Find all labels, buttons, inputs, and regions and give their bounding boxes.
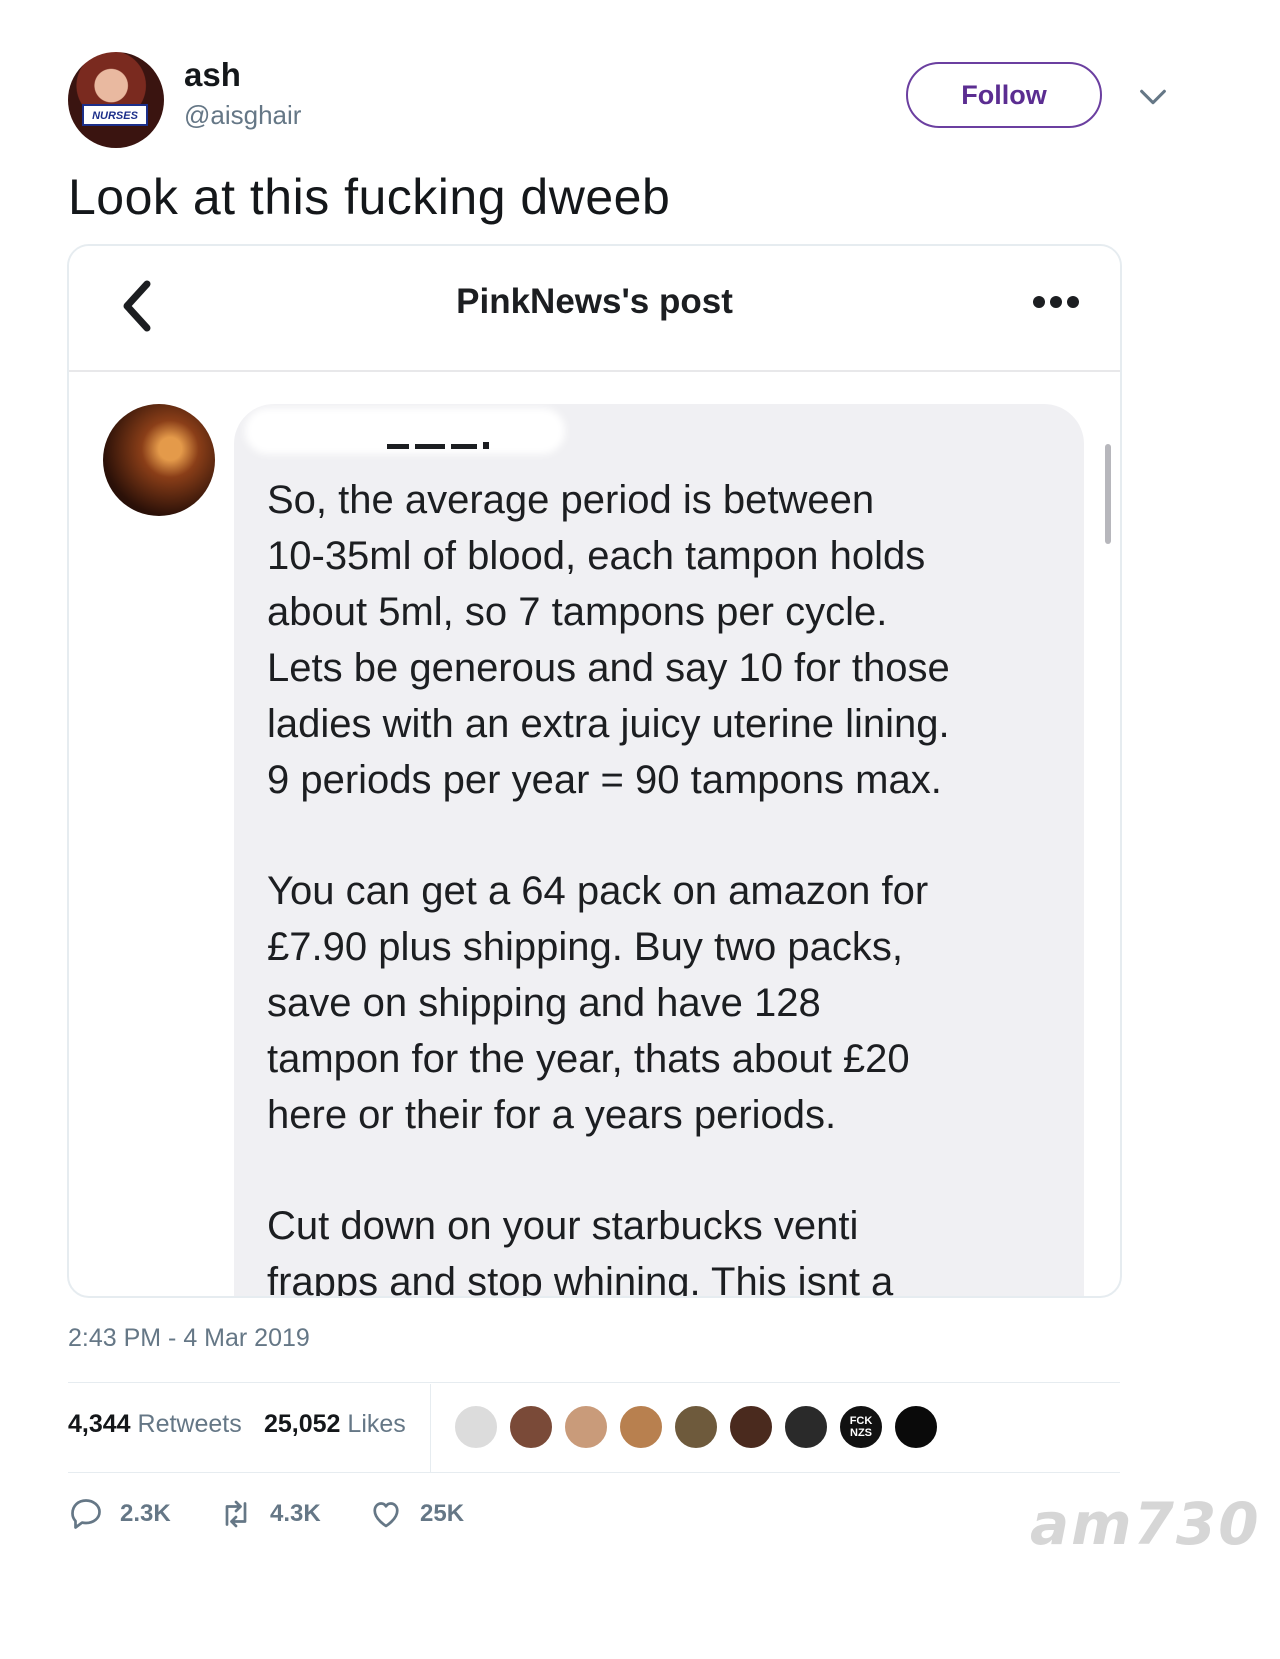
liker-avatar[interactable] xyxy=(728,1404,774,1450)
divider xyxy=(68,1382,1120,1383)
follow-button[interactable]: Follow xyxy=(906,62,1102,128)
post-topbar: PinkNews's post xyxy=(69,246,1120,372)
retweets-label: Retweets xyxy=(137,1410,242,1438)
reply-icon xyxy=(71,1499,101,1529)
chevron-down-icon[interactable] xyxy=(1136,80,1170,114)
media-card[interactable]: PinkNews's post So, the average period i… xyxy=(67,244,1122,1298)
avatar[interactable]: NURSES xyxy=(68,52,164,148)
like-count: 25K xyxy=(420,1500,465,1527)
retweet-button[interactable]: 4.3K xyxy=(218,1496,321,1532)
timestamp[interactable]: 2:43 PM - 4 Mar 2019 xyxy=(68,1324,310,1353)
liker-avatar[interactable] xyxy=(673,1404,719,1450)
avatar-badge: NURSES xyxy=(82,104,148,126)
liker-avatar[interactable] xyxy=(618,1404,664,1450)
retweet-count: 4.3K xyxy=(270,1500,321,1527)
comment-paragraph-2: You can get a 64 pack on amazon for £7.9… xyxy=(267,869,929,1137)
liker-avatar[interactable]: FCK NZS xyxy=(838,1404,884,1450)
reply-count: 2.3K xyxy=(120,1500,171,1527)
liker-avatar[interactable] xyxy=(508,1404,554,1450)
retweets-count: 4,344 xyxy=(68,1410,131,1438)
handle[interactable]: @aisghair xyxy=(184,100,301,131)
more-icon[interactable] xyxy=(1031,294,1081,310)
likes-stat[interactable]: 25,052 Likes xyxy=(264,1410,406,1439)
display-name[interactable]: ash xyxy=(184,56,241,94)
comment-paragraph-3: Cut down on your starbucks venti frapps … xyxy=(267,1204,894,1298)
liker-avatar[interactable] xyxy=(893,1404,939,1450)
post-title: PinkNews's post xyxy=(456,282,733,321)
action-bar: 2.3K 4.3K 25K xyxy=(68,1490,668,1540)
retweet-icon xyxy=(225,1500,247,1528)
comment-paragraph-1: So, the average period is between 10-35m… xyxy=(267,478,950,802)
likes-label: Likes xyxy=(347,1410,406,1438)
liker-avatar[interactable] xyxy=(453,1404,499,1450)
tweet-text: Look at this fucking dweeb xyxy=(68,169,671,225)
watermark: am730 xyxy=(1030,1490,1261,1558)
heart-icon xyxy=(373,1502,399,1528)
liker-avatar[interactable] xyxy=(783,1404,829,1450)
reply-button[interactable]: 2.3K xyxy=(68,1496,171,1532)
stats-row: 4,344 Retweets 25,052 Likes FCK NZS xyxy=(68,1384,1120,1472)
scrollbar[interactable] xyxy=(1105,444,1111,544)
divider xyxy=(68,1472,1120,1473)
likes-count: 25,052 xyxy=(264,1410,341,1438)
liker-avatar[interactable] xyxy=(563,1404,609,1450)
cropped-text-fragment xyxy=(387,442,489,449)
stats-separator xyxy=(430,1384,431,1472)
commenter-avatar[interactable] xyxy=(103,404,215,516)
tweet-header: NURSES ash @aisghair Follow xyxy=(68,52,1188,152)
retweets-stat[interactable]: 4,344 Retweets xyxy=(68,1410,242,1439)
like-button[interactable]: 25K xyxy=(368,1496,464,1532)
